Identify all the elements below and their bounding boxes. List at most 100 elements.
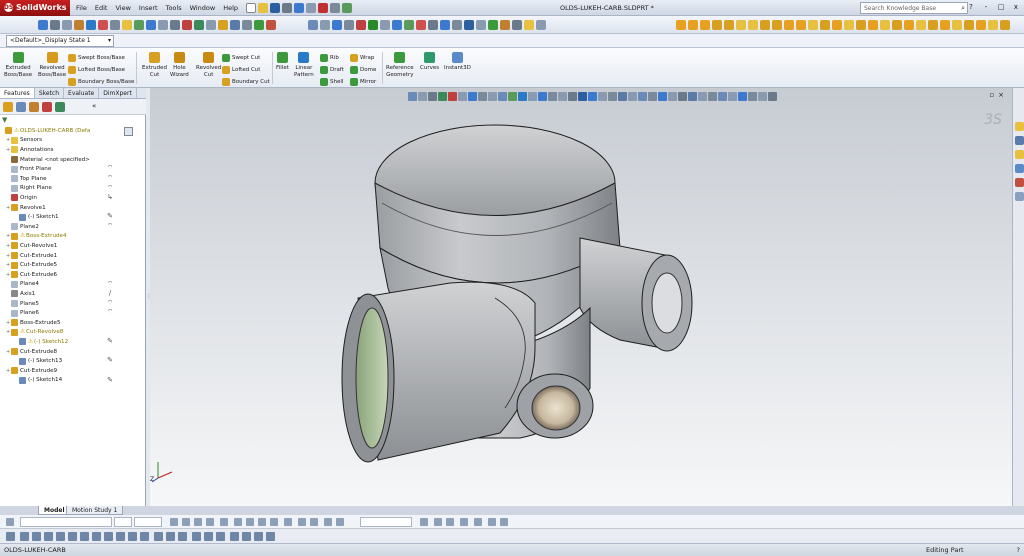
- sketch-tool-22-icon[interactable]: [266, 532, 275, 541]
- collapse-icon[interactable]: «: [92, 102, 102, 112]
- graphics-viewport[interactable]: ▫× 3S Z: [150, 88, 1012, 506]
- sketch-tool-3-icon[interactable]: [32, 532, 41, 541]
- tree-item[interactable]: + Cut-Extrude9: [0, 366, 104, 376]
- format-tool-6-icon[interactable]: [182, 518, 190, 526]
- filter-icon[interactable]: ▼: [2, 116, 7, 124]
- format-tool-16-icon[interactable]: [310, 518, 318, 526]
- tree-item[interactable]: (-) Sketch1: [0, 212, 104, 222]
- command-revolved-boss-base-button[interactable]: Revolved Boss/Base: [38, 52, 66, 78]
- standard-tool-13-icon[interactable]: [182, 20, 192, 30]
- standard-tool-15-icon[interactable]: [206, 20, 216, 30]
- property-manager-icon[interactable]: [16, 102, 26, 112]
- file-properties-icon[interactable]: [330, 2, 341, 13]
- feature-tool-2-icon[interactable]: [688, 20, 698, 30]
- feature-tool-22-icon[interactable]: [928, 20, 938, 30]
- view-tool-7-icon[interactable]: [380, 20, 390, 30]
- format-tool-25-icon[interactable]: [488, 518, 496, 526]
- standard-tool-12-icon[interactable]: [170, 20, 180, 30]
- tree-item[interactable]: + Cut-Extrude1: [0, 251, 104, 261]
- command-instant3d-button[interactable]: Instant3D: [444, 52, 471, 72]
- feature-tool-7-icon[interactable]: [748, 20, 758, 30]
- menu-file[interactable]: File: [76, 4, 87, 12]
- format-tool-11-icon[interactable]: [246, 518, 254, 526]
- feature-tool-28-icon[interactable]: [1000, 20, 1010, 30]
- command-shell-button[interactable]: Shell: [320, 76, 343, 87]
- feature-tool-4-icon[interactable]: [712, 20, 722, 30]
- format-tool-14-icon[interactable]: [284, 518, 292, 526]
- sketch-tool-15-icon[interactable]: [178, 532, 187, 541]
- menu-help[interactable]: Help: [223, 4, 238, 12]
- view-tool-3-icon[interactable]: [332, 20, 342, 30]
- configuration-select[interactable]: <Default>_Display State 1 ▾: [6, 35, 114, 47]
- feature-tool-27-icon[interactable]: [988, 20, 998, 30]
- standard-tool-8-icon[interactable]: [122, 20, 132, 30]
- tree-item[interactable]: Top Plane: [0, 174, 104, 184]
- format-tool-15-icon[interactable]: [298, 518, 306, 526]
- feature-tool-19-icon[interactable]: [892, 20, 902, 30]
- feature-tool-12-icon[interactable]: [808, 20, 818, 30]
- command-hole-wizard-button[interactable]: Hole Wizard: [170, 52, 189, 78]
- sketch-tool-7-icon[interactable]: [80, 532, 89, 541]
- tree-item[interactable]: Front Plane: [0, 164, 104, 174]
- view-tool-19-icon[interactable]: [524, 20, 534, 30]
- appearances-icon[interactable]: [1015, 178, 1024, 187]
- sketch-tool-17-icon[interactable]: [204, 532, 213, 541]
- tree-item[interactable]: + ⚠ Boss-Extrude4: [0, 232, 104, 242]
- sketch-tool-18-icon[interactable]: [216, 532, 225, 541]
- feature-tool-18-icon[interactable]: [880, 20, 890, 30]
- feature-tool-23-icon[interactable]: [940, 20, 950, 30]
- feature-tool-24-icon[interactable]: [952, 20, 962, 30]
- view-tool-2-icon[interactable]: [320, 20, 330, 30]
- standard-tool-14-icon[interactable]: [194, 20, 204, 30]
- sketch-tool-1-icon[interactable]: [6, 532, 15, 541]
- carburetor-model[interactable]: [150, 88, 1012, 506]
- options-icon[interactable]: [342, 2, 353, 13]
- view-tool-16-icon[interactable]: [488, 20, 498, 30]
- tab-dimxpert[interactable]: DimXpert: [99, 88, 137, 98]
- select-icon[interactable]: [306, 2, 317, 13]
- feature-tool-1-icon[interactable]: [676, 20, 686, 30]
- standard-tool-4-icon[interactable]: [74, 20, 84, 30]
- tree-item[interactable]: + Cut-Extrude5: [0, 260, 104, 270]
- sketch-tool-9-icon[interactable]: [104, 532, 113, 541]
- command-lofted-cut-button[interactable]: Lofted Cut: [222, 64, 260, 75]
- feature-tool-16-icon[interactable]: [856, 20, 866, 30]
- resources-icon[interactable]: [1015, 122, 1024, 131]
- format-tool-12-icon[interactable]: [258, 518, 266, 526]
- standard-tool-1-icon[interactable]: [38, 20, 48, 30]
- sketch-tool-19-icon[interactable]: [230, 532, 239, 541]
- command-revolved-cut-button[interactable]: Revolved Cut: [196, 52, 221, 78]
- sketch-tool-2-icon[interactable]: [20, 532, 29, 541]
- format-tool-24-icon[interactable]: [474, 518, 482, 526]
- tab-features[interactable]: Features: [0, 88, 35, 98]
- tree-item[interactable]: ⚠ (-) Sketch12: [0, 337, 104, 347]
- undo-icon[interactable]: [294, 2, 305, 13]
- format-field-4[interactable]: [134, 517, 162, 527]
- feature-tool-21-icon[interactable]: [916, 20, 926, 30]
- view-tool-8-icon[interactable]: [392, 20, 402, 30]
- status-help-icon[interactable]: ?: [1017, 544, 1020, 556]
- format-tool-9-icon[interactable]: [220, 518, 228, 526]
- tree-item[interactable]: ⚠ OLDS-LUKEH-CARB (Defa: [0, 126, 104, 136]
- feature-tool-9-icon[interactable]: [772, 20, 782, 30]
- standard-tool-18-icon[interactable]: [242, 20, 252, 30]
- tree-item[interactable]: Origin: [0, 193, 104, 203]
- format-tool-18-icon[interactable]: [336, 518, 344, 526]
- sketch-tool-14-icon[interactable]: [166, 532, 175, 541]
- feature-manager-icon[interactable]: [3, 102, 13, 112]
- tab-motion-study-1[interactable]: Motion Study 1: [66, 506, 124, 515]
- standard-tool-7-icon[interactable]: [110, 20, 120, 30]
- standard-tool-16-icon[interactable]: [218, 20, 228, 30]
- command-extruded-boss-base-button[interactable]: Extruded Boss/Base: [4, 52, 32, 78]
- format-tool-20-icon[interactable]: [420, 518, 428, 526]
- tab-sketch[interactable]: Sketch: [35, 88, 65, 98]
- view-tool-12-icon[interactable]: [440, 20, 450, 30]
- standard-tool-5-icon[interactable]: [86, 20, 96, 30]
- view-tool-6-icon[interactable]: [368, 20, 378, 30]
- format-tool-17-icon[interactable]: [324, 518, 332, 526]
- tree-item[interactable]: Plane5: [0, 299, 104, 309]
- sketch-tool-5-icon[interactable]: [56, 532, 65, 541]
- command-wrap-button[interactable]: Wrap: [350, 52, 374, 63]
- tree-item[interactable]: + Cut-Extrude6: [0, 270, 104, 280]
- command-swept-cut-button[interactable]: Swept Cut: [222, 52, 260, 63]
